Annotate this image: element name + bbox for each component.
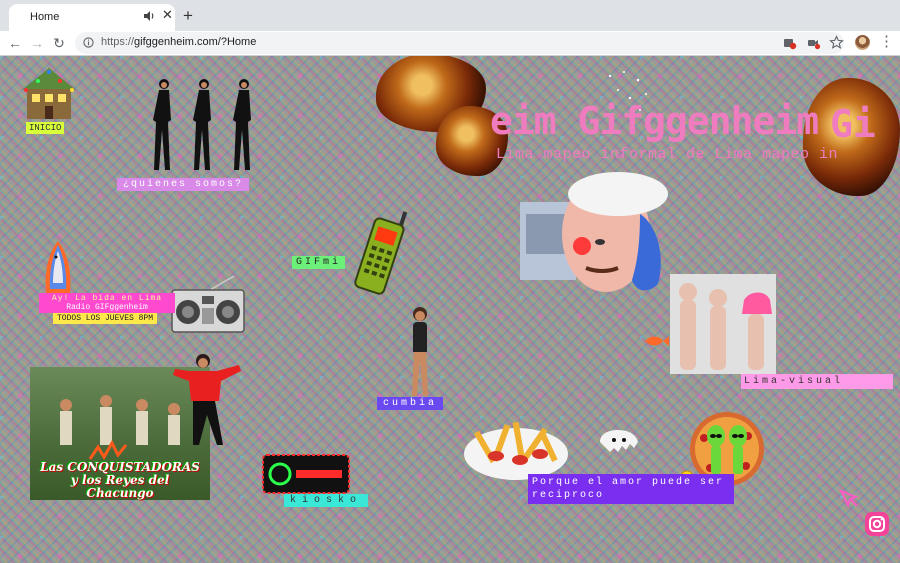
- extension-icon[interactable]: [782, 35, 797, 50]
- dancers-image[interactable]: [146, 74, 266, 174]
- camera-blocked-icon[interactable]: [806, 35, 821, 50]
- house-image[interactable]: [18, 62, 80, 122]
- nav-gifmi-link[interactable]: GIFmi: [292, 256, 346, 269]
- info-circle-icon[interactable]: [83, 37, 94, 48]
- tab-strip: Home ✕ +: [0, 0, 900, 31]
- reload-button[interactable]: ↻: [51, 34, 67, 52]
- new-tab-button[interactable]: +: [183, 7, 193, 24]
- browser-menu-button[interactable]: ⋮: [879, 34, 894, 50]
- page-canvas: eim Gifggenheim Gi Lima mapeo informal d…: [0, 56, 900, 563]
- nav-quienes-link[interactable]: ¿quienes somos?: [117, 178, 250, 191]
- radio-station: Radio GIFggenheim: [66, 303, 148, 312]
- mobile-phone-image[interactable]: [350, 206, 410, 296]
- profile-avatar[interactable]: [855, 35, 870, 50]
- dancer-red-jacket-image[interactable]: [173, 351, 245, 449]
- shark-image[interactable]: [40, 239, 78, 295]
- band-name: Las CONQUISTADORAS y los Reyes del Chacu…: [40, 460, 200, 500]
- forward-button[interactable]: →: [29, 34, 45, 52]
- nav-inicio-link[interactable]: INICIO: [26, 122, 65, 134]
- boombox-radio-image[interactable]: [170, 276, 246, 334]
- instagram-button[interactable]: [865, 512, 889, 536]
- face-collage-image[interactable]: [520, 164, 670, 304]
- url-domain: gifggenheim.com/?Home: [134, 36, 257, 48]
- ghost-image: [600, 430, 638, 452]
- nav-cumbia-link[interactable]: cumbia: [377, 397, 444, 410]
- speaker-icon[interactable]: [142, 9, 156, 23]
- back-button[interactable]: ←: [7, 34, 23, 52]
- tab-home[interactable]: Home ✕: [9, 4, 175, 31]
- mannequins-image[interactable]: [670, 274, 776, 374]
- nav-porque-link[interactable]: Porque el amor puede ser reciproco: [528, 474, 734, 504]
- url-scheme: https://: [101, 36, 135, 48]
- cursor-arrow-icon: [838, 489, 859, 508]
- url-text[interactable]: https://gifggenheim.com/?Home: [101, 36, 256, 48]
- site-title-repeat: Gi: [830, 102, 876, 146]
- tab-close-button[interactable]: ✕: [162, 8, 173, 22]
- tab-title: Home: [30, 11, 60, 23]
- nav-lima-visual-link[interactable]: Lima-visual: [741, 374, 893, 389]
- bookmark-star-icon[interactable]: [829, 35, 844, 50]
- kiosko-sign-image[interactable]: [262, 454, 350, 494]
- small-fish-image: [645, 336, 669, 346]
- radio-schedule: TODOS LOS JUEVES 8PM: [53, 313, 158, 324]
- salchipapas-image[interactable]: [462, 410, 570, 482]
- toolbar: ← → ↻ https://gifggenheim.com/?Home ⋮: [0, 31, 900, 56]
- radio-title: Ay! La bida en Lima: [51, 294, 163, 303]
- instagram-icon: [869, 516, 885, 532]
- nav-kiosko-link[interactable]: kiosko: [284, 494, 369, 507]
- site-title[interactable]: eim Gifggenheim: [490, 99, 819, 143]
- site-subtitle: Lima mapeo informal de Lima mapeo in: [496, 146, 839, 163]
- address-bar[interactable]: https://gifggenheim.com/?Home: [75, 32, 844, 54]
- dancing-woman-image[interactable]: [400, 304, 440, 399]
- radio-program-link[interactable]: Ay! La bida en Lima Radio GIFggenheim: [39, 293, 175, 313]
